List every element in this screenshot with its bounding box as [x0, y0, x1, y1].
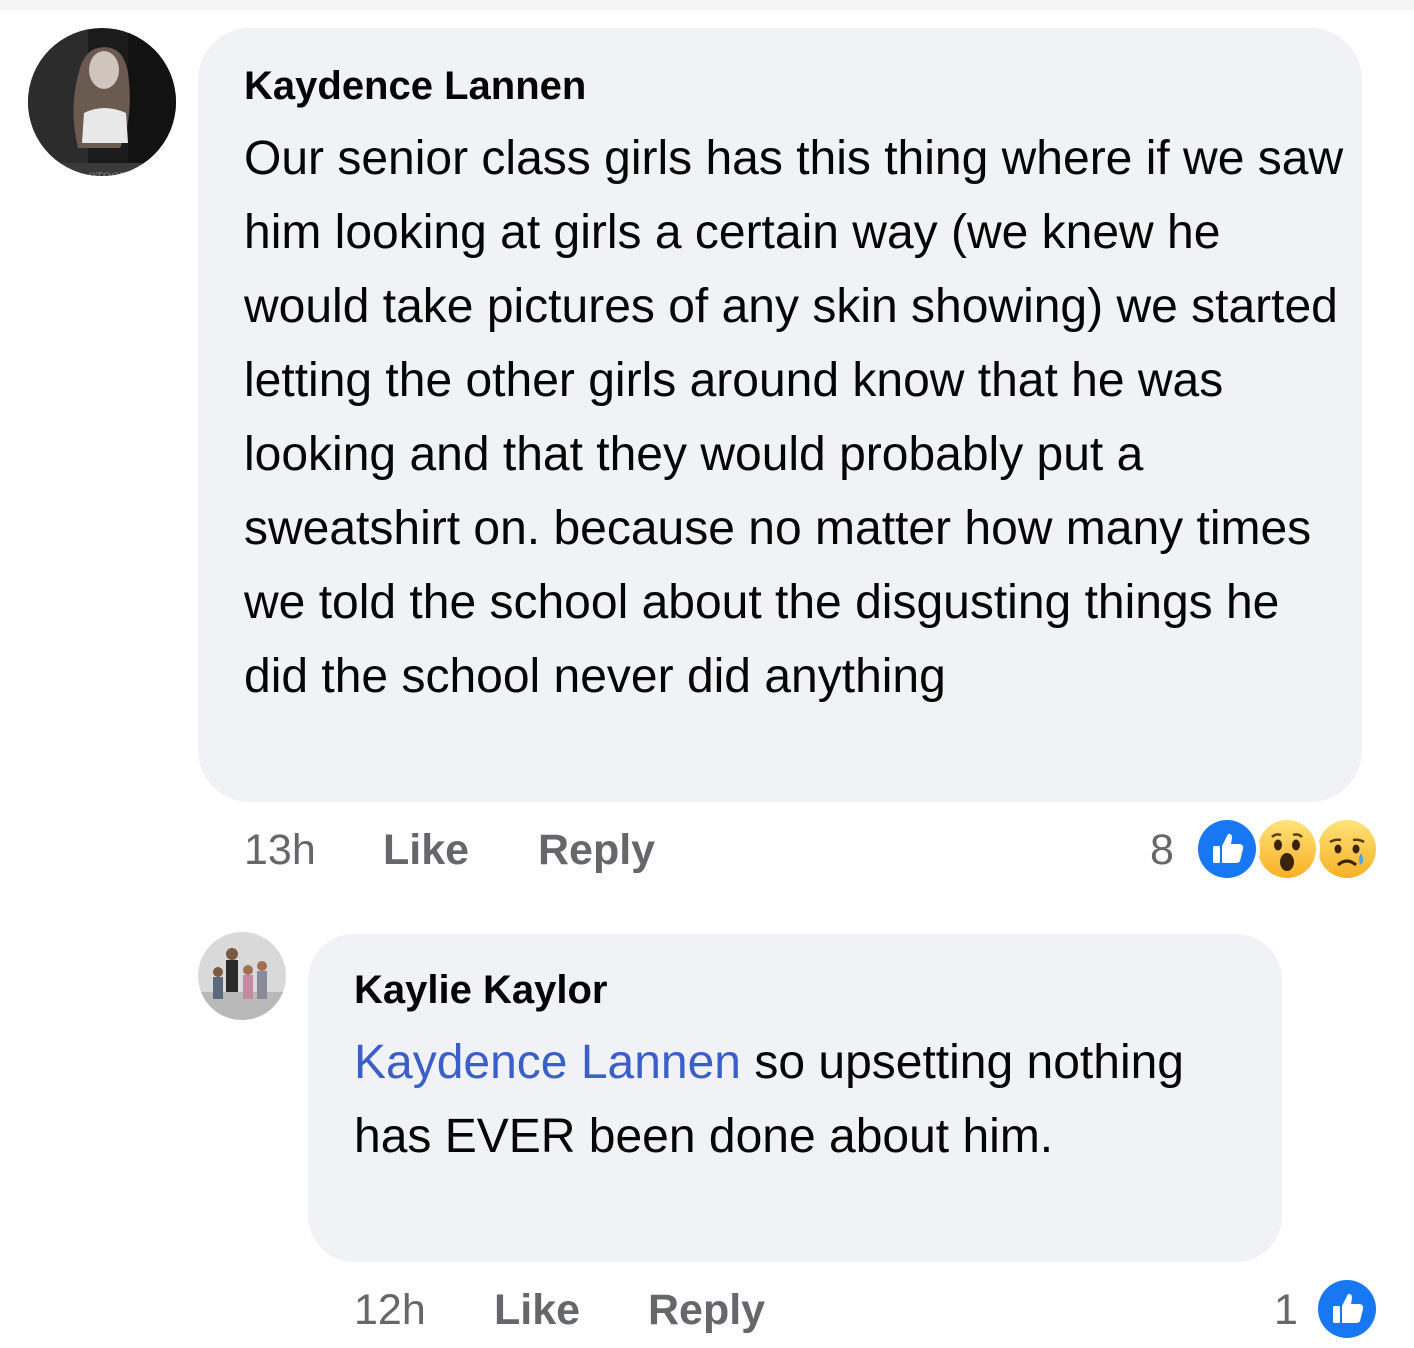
- reply-button[interactable]: Reply: [648, 1284, 765, 1336]
- wow-reaction-icon[interactable]: [1254, 816, 1320, 882]
- comment-timestamp[interactable]: 13h: [244, 824, 316, 876]
- profile-photo-icon: OTOGRA: [28, 28, 176, 176]
- comment-text: Kaydence Lannen so upsetting nothing has…: [354, 1026, 1264, 1174]
- comment-author[interactable]: Kaylie Kaylor: [354, 966, 607, 1014]
- like-reaction-icon[interactable]: [1194, 816, 1260, 882]
- top-divider: [0, 0, 1414, 10]
- sad-reaction-icon[interactable]: [1314, 816, 1380, 882]
- svg-text:OTOGRA: OTOGRA: [88, 172, 135, 176]
- commenter-avatar[interactable]: OTOGRA: [28, 28, 176, 176]
- profile-photo-icon: [198, 932, 286, 1020]
- like-button[interactable]: Like: [494, 1284, 580, 1336]
- like-reaction-icon[interactable]: [1314, 1276, 1380, 1342]
- reaction-count[interactable]: 1: [1274, 1284, 1298, 1336]
- like-button[interactable]: Like: [383, 824, 469, 876]
- mention-link[interactable]: Kaydence Lannen: [354, 1036, 741, 1089]
- comment-text: Our senior class girls has this thing wh…: [244, 132, 1344, 703]
- reply-button[interactable]: Reply: [538, 824, 655, 876]
- comment-author[interactable]: Kaydence Lannen: [244, 62, 586, 110]
- reaction-count[interactable]: 8: [1150, 824, 1174, 876]
- commenter-avatar[interactable]: [198, 932, 286, 1020]
- comment-timestamp[interactable]: 12h: [354, 1284, 426, 1336]
